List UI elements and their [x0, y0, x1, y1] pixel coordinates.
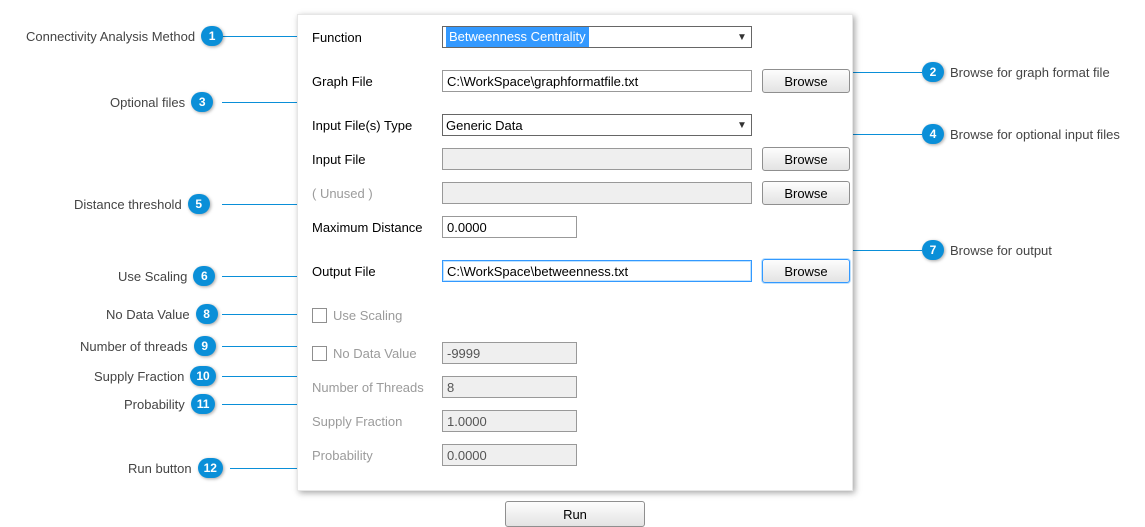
probability-label: Probability [312, 448, 442, 463]
input-type-label: Input File(s) Type [312, 118, 442, 133]
form-panel: Function Betweenness Centrality ▼ Graph … [297, 14, 853, 491]
callout-badge: 2 [922, 62, 944, 82]
use-scaling-checkbox[interactable] [312, 308, 327, 323]
callout-label: Probability [124, 397, 185, 412]
no-data-label: No Data Value [333, 346, 417, 361]
supply-label: Supply Fraction [312, 414, 442, 429]
callout-label: Optional files [110, 95, 185, 110]
graph-file-input[interactable] [442, 70, 752, 92]
callout-badge: 12 [198, 458, 223, 478]
chevron-down-icon: ▼ [733, 120, 751, 131]
no-data-input [442, 342, 577, 364]
max-distance-label: Maximum Distance [312, 220, 442, 235]
input-type-value: Generic Data [446, 118, 523, 133]
run-button[interactable]: Run [505, 501, 645, 527]
callout-badge: 10 [190, 366, 215, 386]
callout-label: Run button [128, 461, 192, 476]
callout-badge: 11 [191, 394, 216, 414]
max-distance-input[interactable] [442, 216, 577, 238]
supply-input [442, 410, 577, 432]
threads-input [442, 376, 577, 398]
callout-badge: 3 [191, 92, 213, 112]
graph-file-label: Graph File [312, 74, 442, 89]
callout-badge: 1 [201, 26, 223, 46]
threads-label: Number of Threads [312, 380, 442, 395]
function-select[interactable]: Betweenness Centrality ▼ [442, 26, 752, 48]
function-label: Function [312, 30, 442, 45]
callout-badge: 9 [194, 336, 216, 356]
no-data-checkbox[interactable] [312, 346, 327, 361]
input-file-label: Input File [312, 152, 442, 167]
probability-input [442, 444, 577, 466]
callout-badge: 6 [193, 266, 215, 286]
unused-input [442, 182, 752, 204]
browse-output-button[interactable]: Browse [762, 259, 850, 283]
callout-badge: 4 [922, 124, 944, 144]
callout-label: Distance threshold [74, 197, 182, 212]
callout-label: Use Scaling [118, 269, 187, 284]
output-file-input[interactable] [442, 260, 752, 282]
callout-badge: 7 [922, 240, 944, 260]
callout-label: Browse for optional input files [950, 127, 1120, 142]
callout-label: Browse for output [950, 243, 1052, 258]
callout-label: Browse for graph format file [950, 65, 1110, 80]
browse-unused-button[interactable]: Browse [762, 181, 850, 205]
callout-label: Supply Fraction [94, 369, 184, 384]
callout-label: Connectivity Analysis Method [26, 29, 195, 44]
input-type-select[interactable]: Generic Data ▼ [442, 114, 752, 136]
use-scaling-label: Use Scaling [333, 308, 402, 323]
callout-badge: 5 [188, 194, 210, 214]
output-file-label: Output File [312, 264, 442, 279]
chevron-down-icon: ▼ [733, 32, 751, 43]
function-value: Betweenness Centrality [446, 27, 589, 47]
input-file-input [442, 148, 752, 170]
browse-graph-button[interactable]: Browse [762, 69, 850, 93]
callout-label: No Data Value [106, 307, 190, 322]
browse-input-button[interactable]: Browse [762, 147, 850, 171]
callout-badge: 8 [196, 304, 218, 324]
callout-label: Number of threads [80, 339, 188, 354]
unused-label: ( Unused ) [312, 186, 442, 201]
